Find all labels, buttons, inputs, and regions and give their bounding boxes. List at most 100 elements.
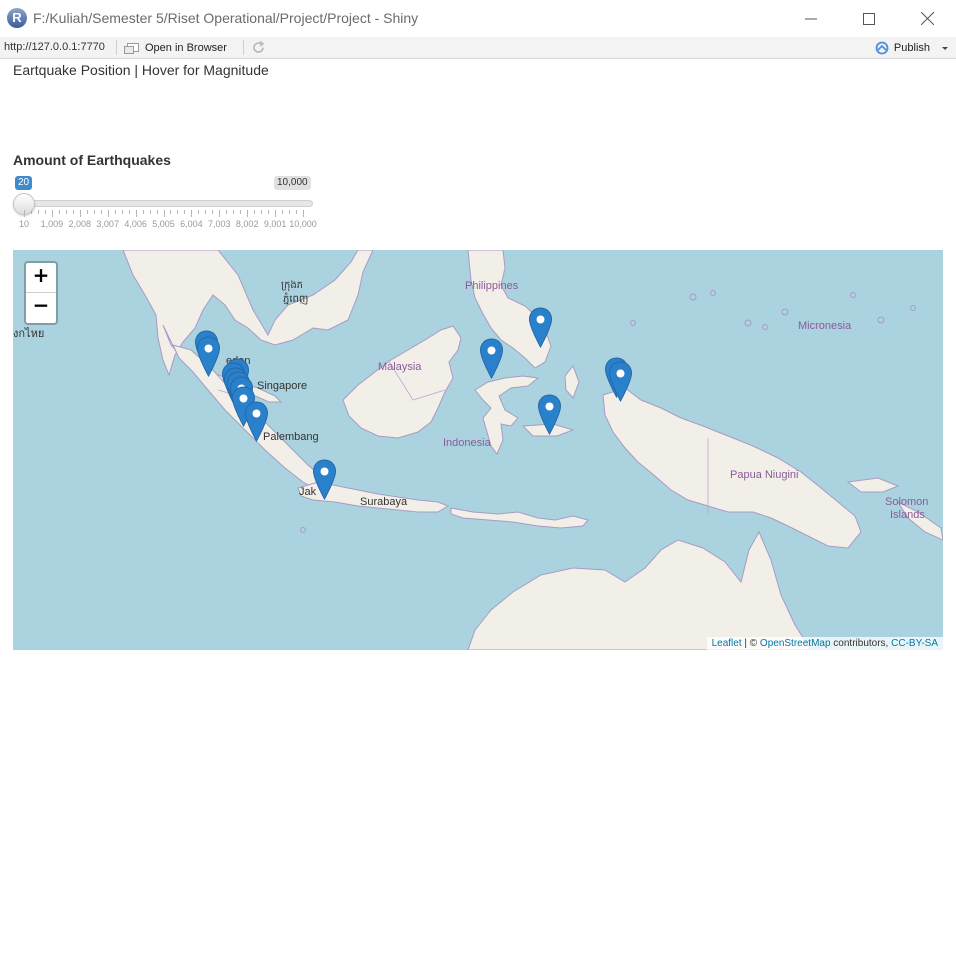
- islet: [877, 316, 885, 324]
- slider-tick-label: 10: [18, 219, 30, 229]
- earthquake-marker[interactable]: [312, 459, 337, 500]
- slider-max-badge: 10,000: [274, 176, 311, 190]
- slider-tick: [240, 210, 242, 214]
- viewer-toolbar: http://127.0.0.1:7770 Open in Browser Pu…: [0, 37, 956, 59]
- slider-tick: [226, 210, 228, 214]
- zoom-control: + −: [24, 261, 58, 325]
- slider-tick: [177, 210, 179, 214]
- minimize-button[interactable]: [782, 0, 840, 37]
- slider-tick: [65, 210, 67, 214]
- slider-tick-label: 7,003: [208, 219, 231, 229]
- attribution-contributors: contributors,: [830, 638, 892, 649]
- slider-tick: [86, 210, 88, 214]
- slider-tick: [233, 210, 235, 214]
- map-basemap: [122, 250, 943, 650]
- url-text: http://127.0.0.1:7770: [4, 41, 105, 53]
- label-papua-niugini: Papua Niugini: [730, 469, 799, 481]
- islet: [630, 320, 636, 326]
- maximize-button[interactable]: [840, 0, 898, 37]
- slider-tick: [212, 210, 214, 214]
- slider-tick: [100, 210, 102, 214]
- slider-tick: [135, 210, 137, 217]
- islet: [910, 305, 916, 311]
- toolbar-divider: [116, 40, 117, 55]
- label-solomon: Solomon: [885, 496, 929, 508]
- minimize-icon: [805, 18, 817, 19]
- slider-tick: [247, 210, 249, 217]
- label-malaysia: Malaysia: [378, 361, 422, 373]
- earthquake-marker[interactable]: [528, 307, 553, 348]
- slider-tick: [30, 210, 32, 214]
- slider-tick: [198, 210, 200, 214]
- slider-tick: [296, 210, 298, 214]
- earthquake-marker[interactable]: [608, 361, 633, 402]
- slider-tick: [142, 210, 144, 214]
- islet: [710, 290, 716, 296]
- window-title: F:/Kuliah/Semester 5/Riset Operational/P…: [33, 10, 419, 26]
- zoom-out-button[interactable]: −: [26, 293, 56, 322]
- label-indonesia: Indonesia: [443, 437, 491, 449]
- refresh-icon[interactable]: [251, 40, 266, 55]
- license-link[interactable]: CC-BY-SA: [891, 638, 938, 649]
- toolbar-divider: [243, 40, 244, 55]
- slider-tick-label: 2,008: [68, 219, 92, 229]
- earthquake-marker[interactable]: [244, 401, 269, 442]
- islet: [689, 293, 697, 301]
- label-khmer-city: ក្រុងភ: [281, 280, 304, 291]
- slider-tick-label: 4,006: [124, 219, 147, 229]
- close-icon: [920, 12, 934, 25]
- slider-tick: [191, 210, 193, 217]
- chevron-down-icon: [942, 46, 948, 50]
- r-app-icon: R: [7, 8, 27, 28]
- open-browser-icon: [124, 42, 139, 54]
- slider-tick: [303, 210, 304, 217]
- islet: [744, 319, 752, 327]
- lesser-sunda-islands: [450, 507, 589, 529]
- slider-tick: [268, 210, 270, 214]
- leaflet-map[interactable]: Philippines Micronesia Malaysia Indonesi…: [13, 250, 943, 650]
- slider-ticks: [24, 210, 304, 218]
- australia-landmass: [467, 530, 812, 650]
- earthquake-marker[interactable]: [196, 336, 221, 377]
- publish-icon: [875, 41, 889, 54]
- slider-tick: [58, 210, 60, 214]
- open-in-browser-label: Open in Browser: [145, 41, 227, 54]
- slider-tick-label: 3,007: [96, 219, 119, 229]
- earthquake-marker[interactable]: [537, 394, 562, 435]
- slider-tick: [93, 210, 95, 214]
- islet: [781, 308, 789, 316]
- slider-tick: [275, 210, 277, 217]
- slider-tick: [107, 210, 109, 217]
- slider-tick: [37, 210, 39, 214]
- slider-tick: [289, 210, 291, 214]
- slider-tick: [254, 210, 256, 214]
- open-in-browser-button[interactable]: Open in Browser: [124, 39, 227, 56]
- slider-tick: [149, 210, 151, 214]
- halmahera-island: [564, 365, 580, 399]
- window-title-bar: R F:/Kuliah/Semester 5/Riset Operational…: [0, 0, 956, 37]
- page-title: Eartquake Position | Hover for Magnitude: [13, 62, 269, 78]
- bismarck-islands: [846, 477, 900, 493]
- osm-link[interactable]: OpenStreetMap: [760, 638, 831, 649]
- islet: [850, 292, 856, 298]
- slider-tick-label: 6,004: [180, 219, 203, 229]
- zoom-in-button[interactable]: +: [26, 263, 56, 293]
- islet: [762, 324, 768, 330]
- slider-tick: [44, 210, 46, 214]
- slider-tick: [121, 210, 123, 214]
- label-phnom-penh: ភ្នំពេញ: [283, 294, 309, 305]
- slider-value-badge: 20: [15, 176, 33, 190]
- slider-tick: [156, 210, 158, 214]
- label-micronesia: Micronesia: [798, 320, 852, 332]
- label-thai: งกไหย: [13, 328, 45, 340]
- slider-tick: [51, 210, 53, 217]
- slider-tick: [24, 210, 25, 217]
- slider-track[interactable]: [15, 200, 313, 207]
- publish-button[interactable]: Publish: [874, 39, 950, 56]
- slider-tick-label: 10,000: [289, 219, 317, 229]
- close-button[interactable]: [898, 0, 956, 37]
- leaflet-link[interactable]: Leaflet: [712, 638, 742, 649]
- slider-tick: [72, 210, 74, 214]
- earthquake-marker[interactable]: [479, 338, 504, 379]
- slider-tick: [261, 210, 263, 214]
